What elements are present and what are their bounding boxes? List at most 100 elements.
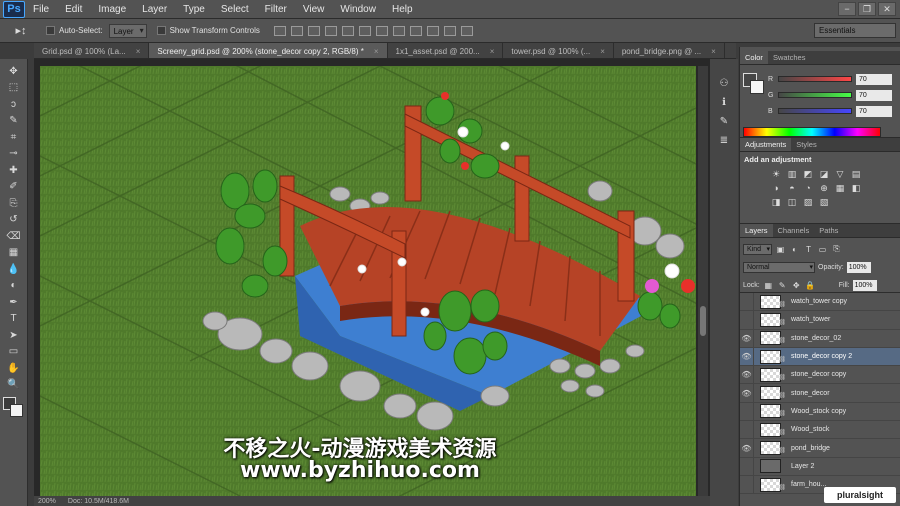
distribute-vcenter-icon[interactable] <box>392 25 405 36</box>
blend-mode-dropdown[interactable]: Normal <box>743 261 815 273</box>
healing-icon[interactable]: ✚ <box>4 162 24 179</box>
minimize-button[interactable]: − <box>838 2 856 16</box>
adjustment-icon[interactable]: ▽ <box>834 169 846 179</box>
close-icon[interactable]: × <box>711 47 716 56</box>
adjustment-icon[interactable]: ◨ <box>770 197 782 207</box>
align-vcenter-icon[interactable] <box>290 25 303 36</box>
document-tab[interactable]: Grid.psd @ 100% (La... × <box>34 43 150 58</box>
adjustment-icon[interactable]: ◩ <box>802 169 814 179</box>
align-left-icon[interactable] <box>324 25 337 36</box>
menu-select[interactable]: Select <box>213 0 257 19</box>
eye-icon[interactable]: 👁 <box>740 365 754 384</box>
auto-select-checkbox[interactable] <box>46 26 55 35</box>
document-tab[interactable]: pond_bridge.png @ ... × <box>614 43 725 58</box>
blue-slider[interactable] <box>778 108 852 114</box>
tab-swatches[interactable]: Swatches <box>768 51 811 64</box>
filter-pixel-icon[interactable]: ▣ <box>775 244 786 254</box>
clone-stamp-icon[interactable]: ⎘ <box>4 195 24 212</box>
workspace-dropdown[interactable]: Essentials <box>814 23 896 38</box>
tab-adjustments[interactable]: Adjustments <box>740 138 792 151</box>
eye-icon[interactable]: 👁 <box>740 439 754 458</box>
tab-channels[interactable]: Channels <box>773 224 815 237</box>
menu-window[interactable]: Window <box>332 0 384 19</box>
close-icon[interactable]: × <box>136 47 141 56</box>
close-icon[interactable]: × <box>374 47 379 56</box>
adjustment-icon[interactable]: ☀ <box>770 169 782 179</box>
path-select-icon[interactable]: ➤ <box>4 327 24 344</box>
layer-row[interactable]: 👁 Layer 2 <box>740 457 900 476</box>
canvas[interactable]: 不移之火-动漫游戏美术资源 www.byzhihuo.com <box>40 66 696 499</box>
color-swatches[interactable] <box>2 397 25 419</box>
filter-smart-icon[interactable]: ⎘ <box>831 244 842 254</box>
zoom-icon[interactable]: 🔍 <box>4 377 24 394</box>
tab-styles[interactable]: Styles <box>791 138 821 151</box>
lasso-icon[interactable]: ↄ <box>4 96 24 113</box>
align-right-icon[interactable] <box>358 25 371 36</box>
green-value[interactable]: 70 <box>856 89 892 101</box>
menu-type[interactable]: Type <box>175 0 213 19</box>
menu-layer[interactable]: Layer <box>134 0 175 19</box>
gradient-icon[interactable]: ▦ <box>4 245 24 262</box>
marquee-icon[interactable]: ⬚ <box>4 80 24 97</box>
blue-value[interactable]: 70 <box>856 105 892 117</box>
adjustment-icon[interactable]: ◧ <box>850 183 862 193</box>
layer-row[interactable]: 👁 ⛓ watch_tower copy <box>740 293 900 312</box>
opacity-field[interactable]: 100% <box>846 261 871 273</box>
eye-icon[interactable]: 👁 <box>740 420 754 439</box>
layer-row[interactable]: 👁 ⛓ Wood_stock copy <box>740 402 900 422</box>
lock-position-icon[interactable]: ✥ <box>791 280 802 290</box>
filter-adjustment-icon[interactable]: ◐ <box>789 244 800 254</box>
lock-transparent-icon[interactable]: ▦ <box>763 280 774 290</box>
move-icon[interactable]: ✥ <box>4 63 24 80</box>
background-color[interactable] <box>750 80 764 94</box>
hand-icon[interactable]: ✋ <box>4 360 24 377</box>
adjustment-icon[interactable]: ◪ <box>818 169 830 179</box>
filter-kind-dropdown[interactable]: Kind <box>743 243 773 255</box>
adjustment-icon[interactable]: ▧ <box>818 197 830 207</box>
distribute-bottom-icon[interactable] <box>409 25 422 36</box>
shape-icon[interactable]: ▭ <box>4 344 24 361</box>
adjustment-icon[interactable]: ◓ <box>786 183 798 193</box>
distribute-left-icon[interactable] <box>426 25 439 36</box>
history-brush-icon[interactable]: ↺ <box>4 212 24 229</box>
document-tab[interactable]: Screeny_grid.psd @ 200% (stone_decor cop… <box>149 43 388 58</box>
distribute-hcenter-icon[interactable] <box>443 25 456 36</box>
close-icon[interactable]: × <box>490 47 495 56</box>
align-hcenter-icon[interactable] <box>341 25 354 36</box>
brush-icon[interactable]: ✐ <box>4 179 24 196</box>
adjustment-icon[interactable]: ◑ <box>770 183 782 193</box>
eye-icon[interactable]: 👁 <box>740 347 754 366</box>
zoom-readout[interactable]: 200% <box>38 498 56 505</box>
eye-icon[interactable]: 👁 <box>740 475 754 494</box>
document-tab[interactable]: 1x1_asset.psd @ 200... × <box>388 43 504 58</box>
color-fg-bg[interactable] <box>743 73 765 95</box>
menu-view[interactable]: View <box>295 0 333 19</box>
red-value[interactable]: 70 <box>856 73 892 85</box>
menu-file[interactable]: File <box>25 0 57 19</box>
transform-controls-checkbox[interactable] <box>156 26 166 35</box>
adjustment-icon[interactable]: ▤ <box>850 169 862 179</box>
align-top-icon[interactable] <box>273 25 286 36</box>
eraser-icon[interactable]: ⌫ <box>4 228 24 245</box>
red-slider[interactable] <box>778 76 852 82</box>
eye-icon[interactable]: 👁 <box>740 384 754 403</box>
align-bottom-icon[interactable] <box>307 25 320 36</box>
menu-help[interactable]: Help <box>384 0 421 19</box>
eye-icon[interactable]: 👁 <box>740 310 754 329</box>
fill-field[interactable]: 100% <box>852 279 877 291</box>
filter-type-icon[interactable]: T <box>803 244 814 254</box>
layer-row[interactable]: 👁 ⛓ stone_decor copy 2 <box>740 347 900 367</box>
dodge-icon[interactable]: ◐ <box>4 278 24 295</box>
blur-icon[interactable]: 💧 <box>4 261 24 278</box>
adjustment-icon[interactable]: ▦ <box>834 183 846 193</box>
eye-icon[interactable]: 👁 <box>740 402 754 421</box>
document-tab[interactable]: tower.psd @ 100% (... × <box>503 43 614 58</box>
adjustment-icon[interactable]: ◔ <box>802 183 814 193</box>
layer-row[interactable]: 👁 ⛓ stone_decor copy <box>740 365 900 385</box>
brush-presets-icon[interactable]: ✎ <box>717 115 731 127</box>
layer-row[interactable]: 👁 ⛓ watch_tower <box>740 310 900 330</box>
layer-row[interactable]: 👁 ⛓ stone_decor_02 <box>740 329 900 348</box>
vertical-scrollbar[interactable] <box>698 66 708 499</box>
layer-row[interactable]: 👁 ⛓ stone_decor <box>740 384 900 403</box>
pen-icon[interactable]: ✒ <box>4 294 24 311</box>
